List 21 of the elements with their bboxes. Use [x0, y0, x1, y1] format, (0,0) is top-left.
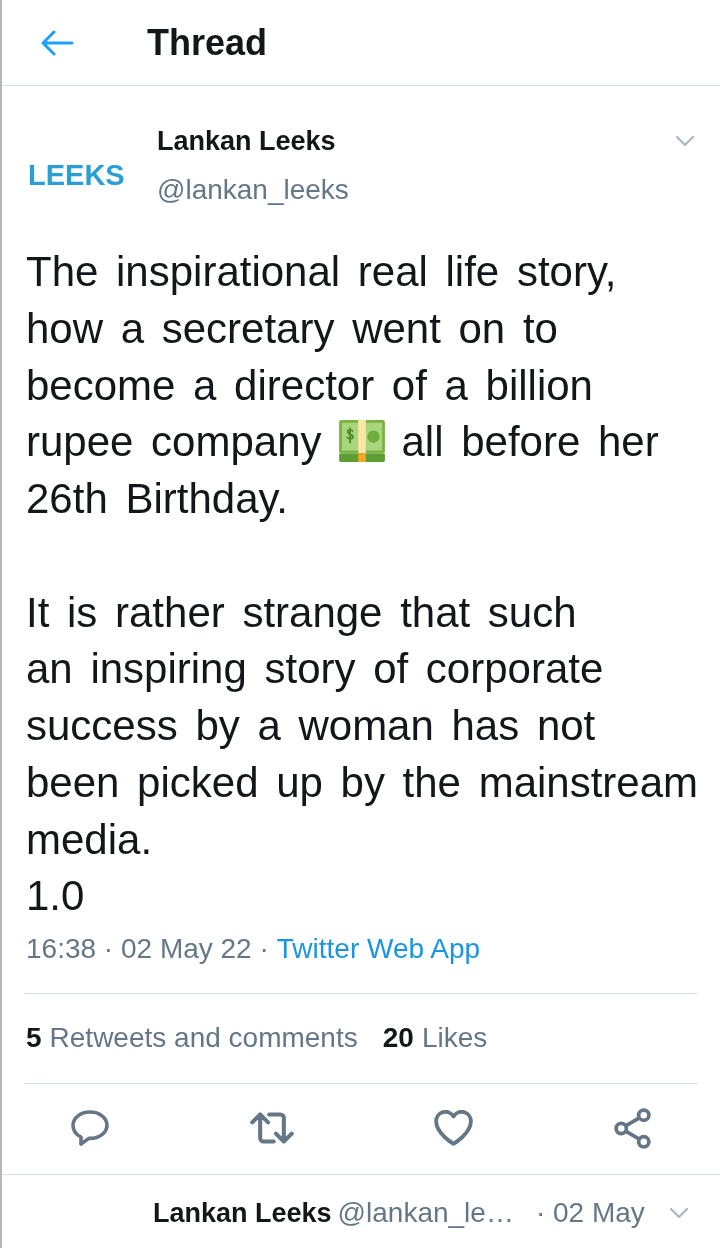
tweet-text: It is rather strange that such an inspiring story of corporate success by a woman has not been picked up by the mainstream media. 1.0 — [26, 587, 700, 922]
author-handle: @lankan_leeks — [157, 173, 349, 207]
stat-label[interactable]: Retweets and comments — [49, 1020, 358, 1056]
source-link[interactable]: Twitter Web App — [276, 933, 481, 964]
author-name[interactable]: Lankan Leeks — [157, 124, 336, 158]
retweet-icon[interactable] — [249, 1112, 294, 1144]
page-title: Thread — [147, 20, 268, 65]
tweet-text: The inspirational real life story, how a secretary went on to become a director of a billion rupee company all before her 26th Birthday. — [26, 247, 660, 524]
speech-bubble-icon[interactable] — [71, 1110, 109, 1146]
share-icon[interactable] — [613, 1107, 651, 1149]
stat-label[interactable]: Likes — [421, 1020, 488, 1056]
stat-count: 20 — [382, 1021, 414, 1055]
reply-author-handle: @lankan_le… — [337, 1196, 514, 1230]
tweet-timestamp: 16:38 · 02 May 22 · — [26, 933, 269, 964]
reply-date: · 02 May — [535, 1196, 645, 1230]
reply-author-name[interactable]: Lankan Leeks — [153, 1196, 332, 1230]
back-arrow-icon[interactable] — [40, 29, 74, 56]
banknote-icon — [338, 420, 385, 463]
profile-logo[interactable]: LEEKS — [28, 158, 125, 192]
heart-icon[interactable] — [434, 1110, 474, 1146]
stat-count: 5 — [26, 1021, 42, 1055]
